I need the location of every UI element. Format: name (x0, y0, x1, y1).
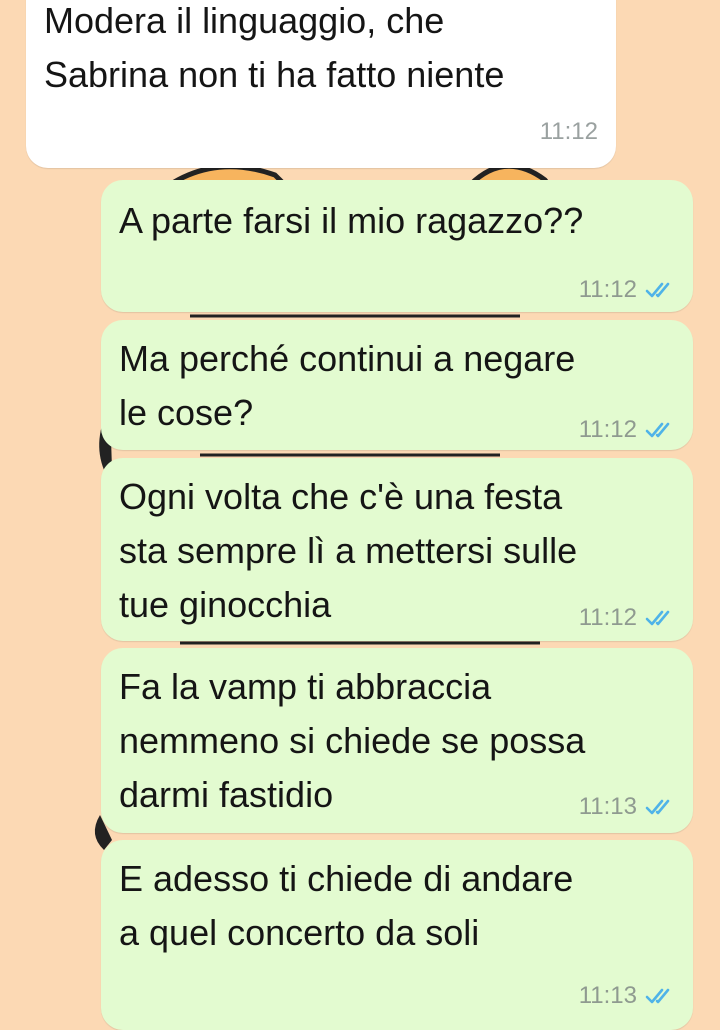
message-meta: 11:12 (579, 416, 675, 444)
message-text: A parte farsi il mio ragazzo?? (119, 200, 584, 241)
double-check-read-icon (645, 610, 670, 626)
double-check-read-icon (645, 799, 670, 815)
incoming-message[interactable]: Modera il linguaggio, che Sabrina non ti… (26, 0, 616, 168)
outgoing-message[interactable]: A parte farsi il mio ragazzo?? 11:12 (101, 180, 693, 312)
double-check-read-icon (645, 282, 670, 298)
message-time: 11:12 (578, 276, 637, 303)
message-time: 11:13 (578, 793, 637, 820)
message-time: 11:12 (578, 416, 637, 443)
double-check-read-icon (645, 422, 670, 438)
message-text: E adesso ti chiede di andare a quel conc… (119, 858, 574, 953)
outgoing-message[interactable]: E adesso ti chiede di andare a quel conc… (101, 840, 693, 1030)
message-meta: 11:12 (579, 604, 675, 632)
outgoing-message[interactable]: Fa la vamp ti abbraccia nemmeno si chied… (101, 648, 693, 833)
message-time: 11:12 (539, 118, 598, 145)
outgoing-message[interactable]: Ogni volta che c'è una festa sta sempre … (101, 458, 693, 641)
message-meta: 11:12 (540, 118, 598, 146)
message-text: Fa la vamp ti abbraccia nemmeno si chied… (119, 666, 586, 815)
message-meta: 11:13 (579, 982, 675, 1010)
message-text: Modera il linguaggio, che Sabrina non ti… (44, 0, 505, 95)
outgoing-message[interactable]: Ma perché continui a negare le cose? 11:… (101, 320, 693, 450)
message-meta: 11:12 (579, 276, 675, 304)
message-text: Ma perché continui a negare le cose? (119, 338, 576, 433)
message-meta: 11:13 (579, 793, 675, 821)
message-text: Ogni volta che c'è una festa sta sempre … (119, 476, 578, 625)
message-time: 11:12 (578, 604, 637, 631)
double-check-read-icon (645, 988, 670, 1004)
message-time: 11:13 (578, 982, 637, 1009)
